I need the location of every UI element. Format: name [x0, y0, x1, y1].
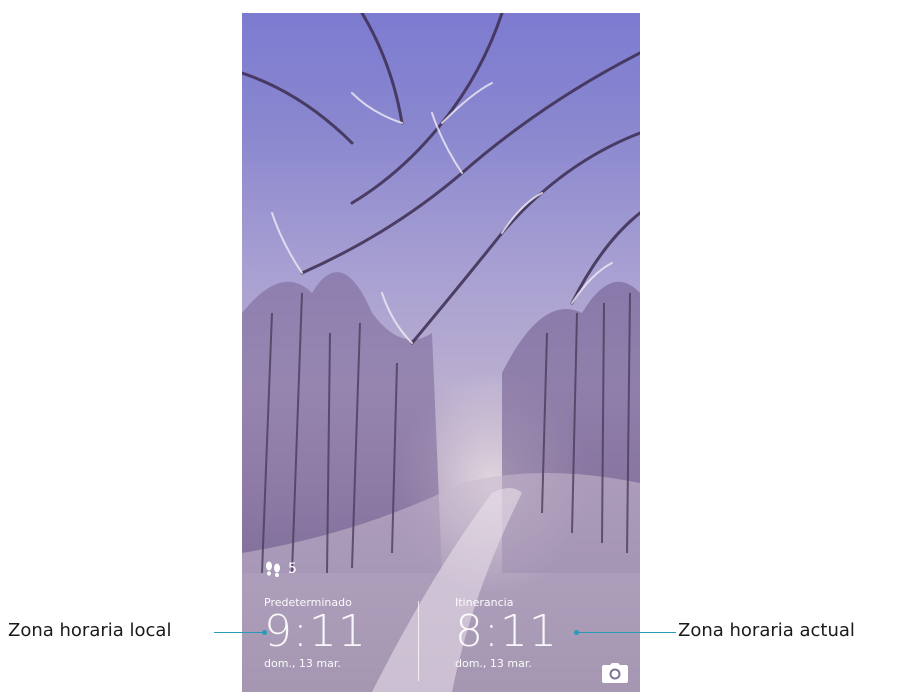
local-time: 9:11 — [264, 606, 367, 657]
callout-local-timezone: Zona horaria local — [8, 620, 172, 641]
footsteps-icon — [264, 561, 282, 577]
roaming-date: dom., 13 mar. — [455, 657, 532, 670]
local-date: dom., 13 mar. — [264, 657, 341, 670]
camera-icon[interactable] — [602, 663, 628, 683]
local-clock: Predeterminado 9:11 dom., 13 mar. — [264, 596, 367, 670]
callout-line-right — [576, 632, 676, 633]
local-zone-label: Predeterminado — [264, 596, 352, 609]
step-count: 5 — [288, 561, 297, 577]
roaming-clock: Itinerancia 8:11 dom., 13 mar. — [455, 596, 558, 670]
lock-screen: 5 Predeterminado 9:11 dom., 13 mar. Itin… — [242, 13, 640, 692]
clock-divider — [418, 601, 419, 681]
callout-dot-left — [262, 630, 267, 635]
step-counter: 5 — [264, 561, 297, 577]
roaming-zone-label: Itinerancia — [455, 596, 514, 609]
callout-current-timezone: Zona horaria actual — [678, 620, 855, 641]
winter-trees-wallpaper — [242, 13, 640, 692]
callout-line-left — [214, 632, 264, 633]
roaming-time: 8:11 — [455, 606, 558, 657]
